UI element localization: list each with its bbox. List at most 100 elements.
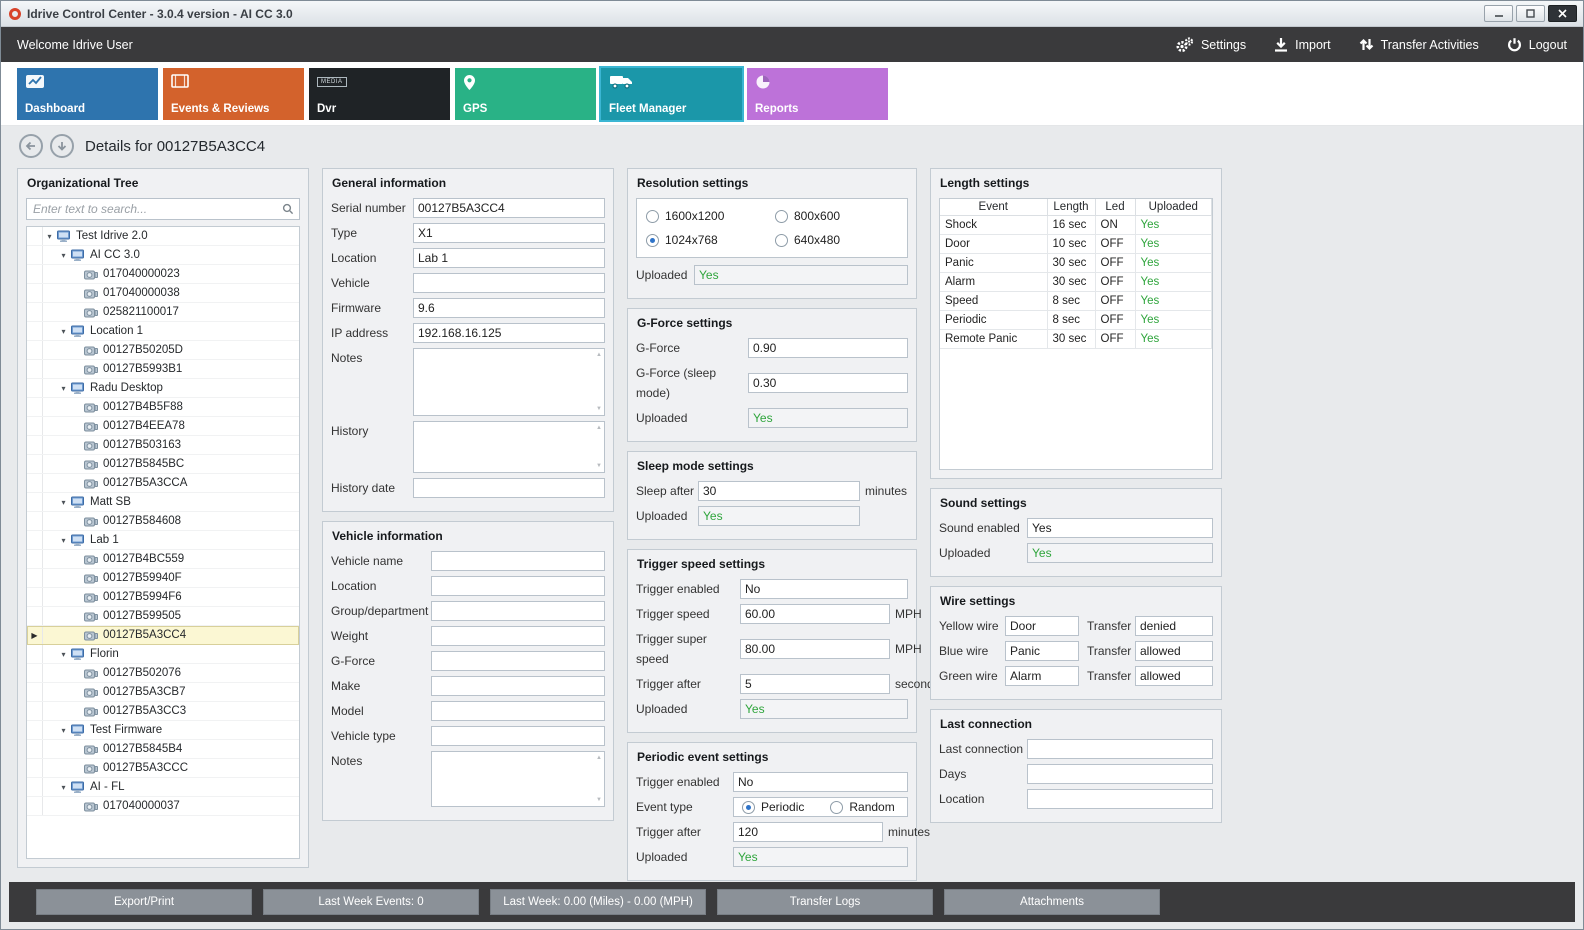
length-row-panic[interactable]: Panic30 secOFFYes <box>940 254 1212 273</box>
tree-item-00127b5845bc[interactable]: 00127B5845BC <box>27 455 299 474</box>
vehicle-input[interactable] <box>413 273 605 293</box>
uploaded-value[interactable]: Yes <box>740 699 908 719</box>
tree-item-00127b4eea78[interactable]: 00127B4EEA78 <box>27 417 299 436</box>
tab-fleet-manager[interactable]: Fleet Manager <box>601 68 742 120</box>
tree-item-test-idrive-2-0[interactable]: ▾Test Idrive 2.0 <box>27 227 299 246</box>
length-row-shock[interactable]: Shock16 secONYes <box>940 216 1212 235</box>
tree-item-00127b5a3cca[interactable]: 00127B5A3CCA <box>27 474 299 493</box>
settings-button[interactable]: Settings <box>1175 37 1246 53</box>
ip-address-input[interactable]: 192.168.16.125 <box>413 323 605 343</box>
tree-item-00127b5a3ccc[interactable]: 00127B5A3CCC <box>27 759 299 778</box>
tab-dashboard[interactable]: Dashboard <box>17 68 158 120</box>
logout-button[interactable]: Logout <box>1507 37 1567 52</box>
serial-number-input[interactable]: 00127B5A3CC4 <box>413 198 605 218</box>
tree-item-matt-sb[interactable]: ▾Matt SB <box>27 493 299 512</box>
attachments-button[interactable]: Attachments <box>944 889 1160 915</box>
export-print-button[interactable]: Export/Print <box>36 889 252 915</box>
green-wire-event-value[interactable]: Alarm <box>1005 666 1079 686</box>
length-row-periodic[interactable]: Periodic8 secOFFYes <box>940 311 1212 330</box>
tab-reports[interactable]: Reports <box>747 68 888 120</box>
yellow-wire-event-value[interactable]: Door <box>1005 616 1079 636</box>
tree-item-00127b599505[interactable]: 00127B599505 <box>27 607 299 626</box>
trigger-after-value[interactable]: 120 <box>733 822 883 842</box>
days-value[interactable] <box>1027 764 1213 784</box>
trigger-enabled-value[interactable]: No <box>733 772 908 792</box>
resolution-option-1024x768[interactable]: 1024x768 <box>646 233 769 247</box>
tree-item-lab-1[interactable]: ▾Lab 1 <box>27 531 299 550</box>
green-wire-transfer-value[interactable]: allowed <box>1135 666 1213 686</box>
uploaded-value[interactable]: Yes <box>733 847 908 867</box>
resolution-option-1600x1200[interactable]: 1600x1200 <box>646 209 769 223</box>
tree-item-00127b502076[interactable]: 00127B502076 <box>27 664 299 683</box>
tree-item-017040000038[interactable]: 017040000038 <box>27 284 299 303</box>
tab-dvr[interactable]: MEDIADvr <box>309 68 450 120</box>
tree-item-00127b5a3cc4[interactable]: ▶00127B5A3CC4 <box>27 626 299 645</box>
trigger-enabled-value[interactable]: No <box>740 579 908 599</box>
event-type-option-random[interactable]: Random <box>830 798 894 816</box>
tree-item-00127b5a3cc3[interactable]: 00127B5A3CC3 <box>27 702 299 721</box>
g-force-input[interactable] <box>431 651 605 671</box>
resolution-option-800x600[interactable]: 800x600 <box>775 209 898 223</box>
vehicle-type-input[interactable] <box>431 726 605 746</box>
blue-wire-event-value[interactable]: Panic <box>1005 641 1079 661</box>
g-force-sleep-mode-value[interactable]: 0.30 <box>748 373 908 393</box>
tree-item-00127b59940f[interactable]: 00127B59940F <box>27 569 299 588</box>
notes-input[interactable] <box>413 348 605 416</box>
last-connection-value[interactable] <box>1027 739 1213 759</box>
tree-item-00127b503163[interactable]: 00127B503163 <box>27 436 299 455</box>
import-button[interactable]: Import <box>1274 37 1330 52</box>
tree-item-location-1[interactable]: ▾Location 1 <box>27 322 299 341</box>
sound-enabled-value[interactable]: Yes <box>1027 518 1213 538</box>
tree-item-test-firmware[interactable]: ▾Test Firmware <box>27 721 299 740</box>
back-button[interactable] <box>19 134 43 158</box>
tree-item-00127b4bc559[interactable]: 00127B4BC559 <box>27 550 299 569</box>
transfer-logs-button[interactable]: Transfer Logs <box>717 889 933 915</box>
trigger-super-speed-value[interactable]: 80.00 <box>740 639 890 659</box>
weight-input[interactable] <box>431 626 605 646</box>
length-row-door[interactable]: Door10 secOFFYes <box>940 235 1212 254</box>
history-date-input[interactable] <box>413 478 605 498</box>
uploaded-value[interactable]: Yes <box>1027 543 1213 563</box>
tree-item-017040000037[interactable]: 017040000037 <box>27 797 299 816</box>
tree-item-ai-fl[interactable]: ▾AI - FL <box>27 778 299 797</box>
tree-item-00127b50205d[interactable]: 00127B50205D <box>27 341 299 360</box>
maximize-button[interactable] <box>1516 5 1545 22</box>
tree-search-input[interactable] <box>26 198 300 220</box>
length-row-remote-panic[interactable]: Remote Panic30 secOFFYes <box>940 330 1212 349</box>
length-row-speed[interactable]: Speed8 secOFFYes <box>940 292 1212 311</box>
event-type-option-periodic[interactable]: Periodic <box>742 798 804 816</box>
tree-item-017040000023[interactable]: 017040000023 <box>27 265 299 284</box>
tree-item-00127b5845b4[interactable]: 00127B5845B4 <box>27 740 299 759</box>
vehicle-name-input[interactable] <box>431 551 605 571</box>
tree-item-florin[interactable]: ▾Florin <box>27 645 299 664</box>
g-force-value[interactable]: 0.90 <box>748 338 908 358</box>
yellow-wire-transfer-value[interactable]: denied <box>1135 616 1213 636</box>
group-department-input[interactable] <box>431 601 605 621</box>
uploaded-value[interactable]: Yes <box>698 506 860 526</box>
uploaded-value[interactable]: Yes <box>748 408 908 428</box>
tree-item-00127b5993b1[interactable]: 00127B5993B1 <box>27 360 299 379</box>
minimize-button[interactable] <box>1484 5 1513 22</box>
last-week-0-00-miles-0-00-mph-button[interactable]: Last Week: 0.00 (Miles) - 0.00 (MPH) <box>490 889 706 915</box>
tree-item-00127b4b5f88[interactable]: 00127B4B5F88 <box>27 398 299 417</box>
tree-item-00127b5994f6[interactable]: 00127B5994F6 <box>27 588 299 607</box>
trigger-after-value[interactable]: 5 <box>740 674 890 694</box>
tree-item-radu-desktop[interactable]: ▾Radu Desktop <box>27 379 299 398</box>
history-input[interactable] <box>413 421 605 473</box>
tree-item-00127b584608[interactable]: 00127B584608 <box>27 512 299 531</box>
resolution-option-640x480[interactable]: 640x480 <box>775 233 898 247</box>
model-input[interactable] <box>431 701 605 721</box>
type-input[interactable]: X1 <box>413 223 605 243</box>
transfer-activities-button[interactable]: Transfer Activities <box>1359 37 1479 52</box>
notes-input[interactable] <box>431 751 605 807</box>
location-value[interactable] <box>1027 789 1213 809</box>
expand-down-button[interactable] <box>50 134 74 158</box>
length-row-alarm[interactable]: Alarm30 secOFFYes <box>940 273 1212 292</box>
blue-wire-transfer-value[interactable]: allowed <box>1135 641 1213 661</box>
tree-item-00127b5a3cb7[interactable]: 00127B5A3CB7 <box>27 683 299 702</box>
location-input[interactable]: Lab 1 <box>413 248 605 268</box>
tab-events-reviews[interactable]: Events & Reviews <box>163 68 304 120</box>
sleep-after-value[interactable]: 30 <box>698 481 860 501</box>
make-input[interactable] <box>431 676 605 696</box>
close-button[interactable] <box>1548 5 1577 22</box>
